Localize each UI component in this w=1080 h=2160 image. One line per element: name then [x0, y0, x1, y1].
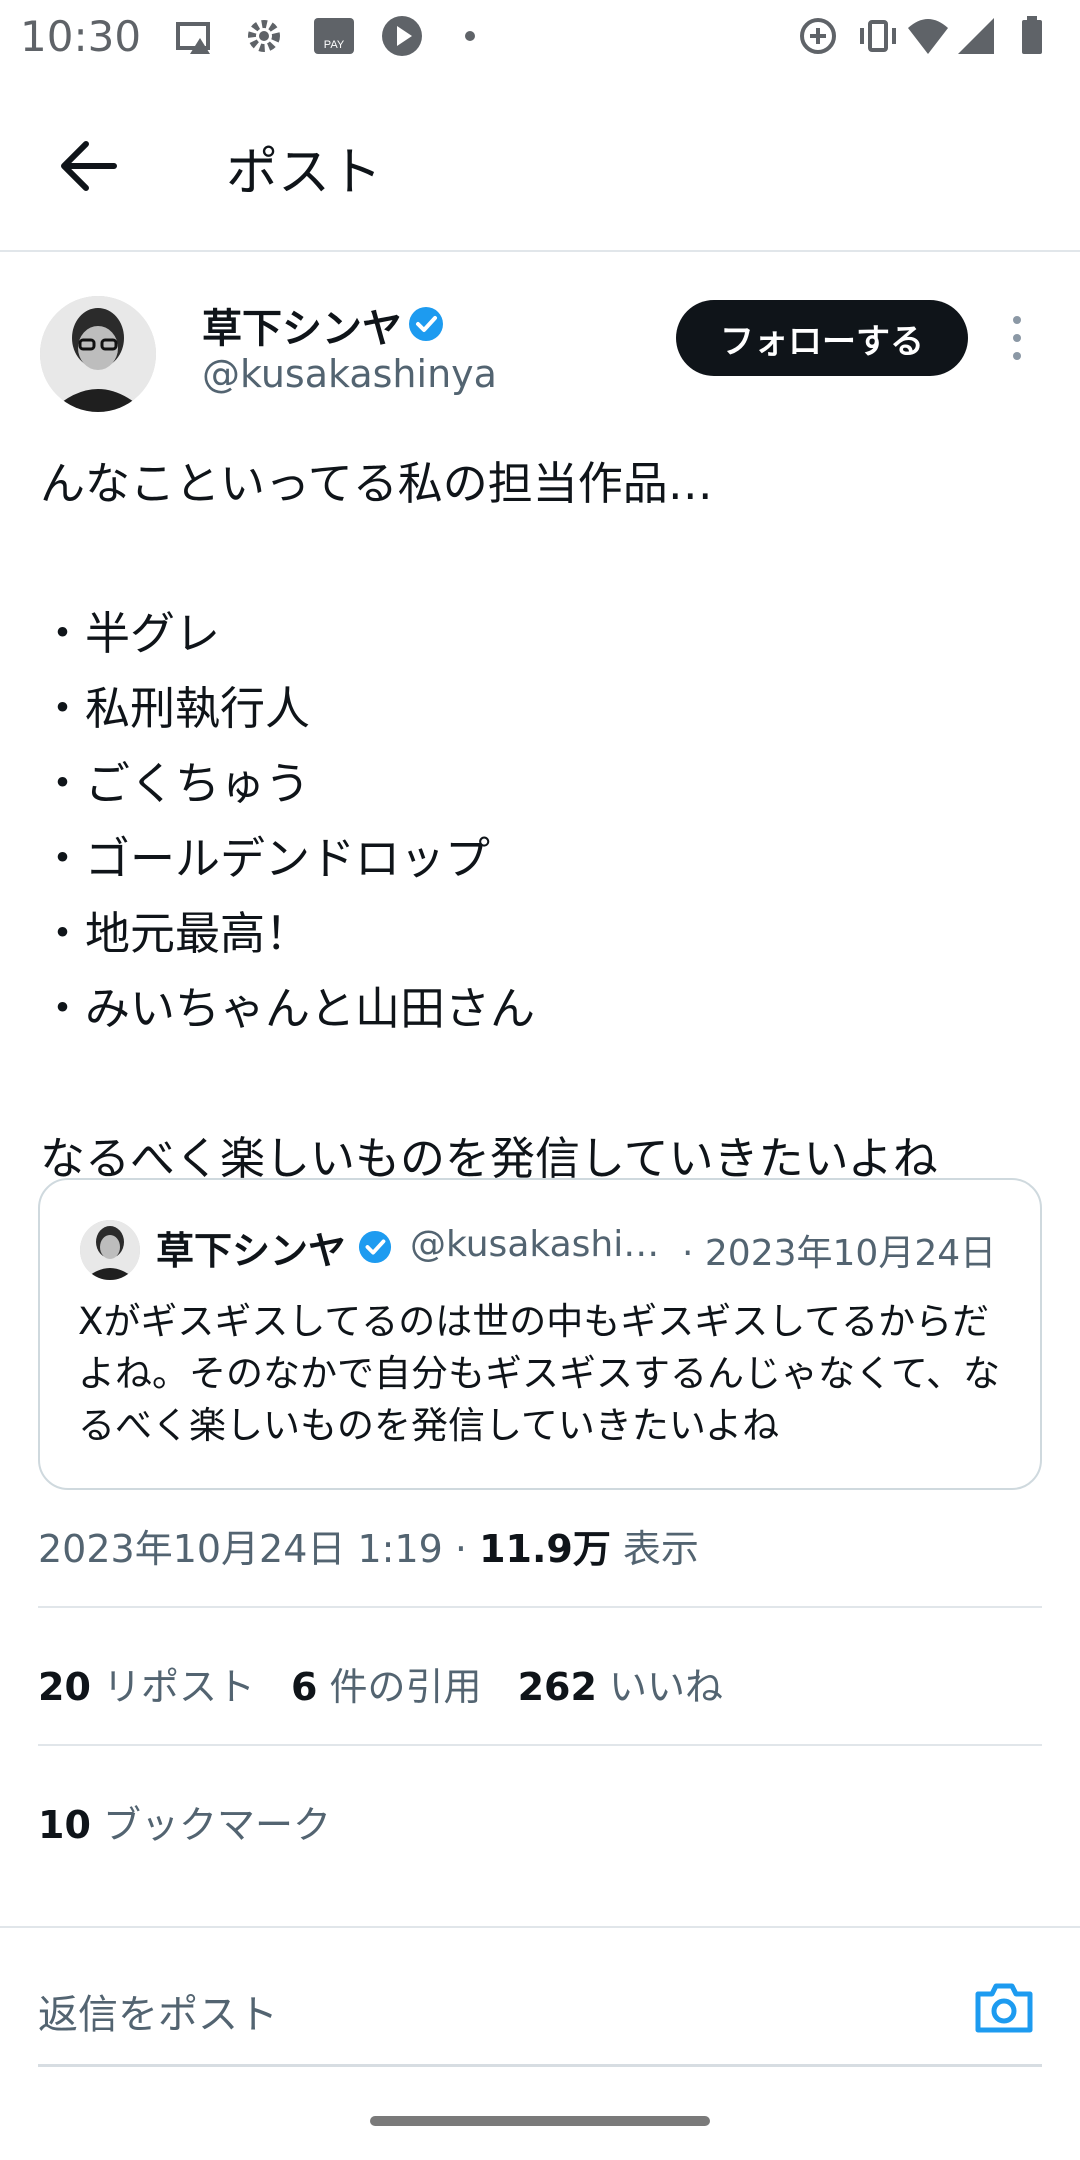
reply-input[interactable]: 返信をポスト: [38, 1982, 278, 2040]
bookmark-label: ブックマーク: [102, 1803, 331, 1847]
reply-underline: [38, 2064, 1042, 2067]
more-options-icon[interactable]: [1000, 312, 1034, 364]
author-avatar[interactable]: [40, 296, 156, 412]
bookmark-stats: 10 ブックマーク: [38, 1794, 367, 1849]
divider: [0, 1926, 1080, 1928]
repost-count: 20: [38, 1665, 91, 1709]
author-handle[interactable]: @kusakashinya: [202, 352, 497, 396]
bookmark-stat[interactable]: 10 ブックマーク: [38, 1803, 331, 1847]
engagement-stats: 20 リポスト 6 件の引用 262 いいね: [38, 1656, 759, 1711]
post-text: んなこといってる私の担当作品… ・半グレ ・私刑執行人 ・ごくちゅう ・ゴールデ…: [40, 457, 938, 1185]
quote-label: 件の引用: [329, 1665, 482, 1709]
author-name[interactable]: 草下シンヤ: [202, 296, 402, 354]
status-time: 10:30: [20, 12, 142, 61]
quoted-avatar-image: [80, 1220, 140, 1280]
wifi-icon: [908, 19, 948, 54]
top-app-bar: ポスト: [0, 76, 1080, 252]
camera-icon[interactable]: [972, 1980, 1036, 2036]
vibrate-icon: [860, 20, 896, 52]
divider: [38, 1606, 1042, 1608]
image-warning-icon: [176, 22, 210, 54]
author-avatar-image: [40, 296, 156, 412]
status-bar: 10:30 PAY: [0, 0, 1080, 76]
signal-icon: [958, 18, 994, 54]
verified-badge-icon: [409, 307, 443, 341]
back-arrow-icon[interactable]: [52, 130, 124, 202]
like-label: いいね: [608, 1665, 723, 1709]
view-label: 表示: [610, 1527, 699, 1571]
gear-icon: [248, 20, 280, 52]
quoted-post-text: Xがギスギスしてるのは世の中もギスギスしてるからだよね。そのなかで自分もギスギス…: [78, 1300, 1001, 1447]
follow-button[interactable]: フォローする: [676, 300, 968, 376]
dot-icon: [465, 31, 475, 41]
bookmark-count: 10: [38, 1803, 91, 1847]
divider: [38, 1744, 1042, 1746]
quote-count: 6: [291, 1665, 318, 1709]
quoted-verified-badge-icon: [358, 1230, 392, 1264]
view-count[interactable]: 11.9万: [479, 1527, 611, 1571]
quoted-author-name: 草下シンヤ: [156, 1229, 347, 1273]
repost-label: リポスト: [102, 1665, 255, 1709]
data-saver-icon: [800, 18, 836, 54]
battery-icon: [1022, 16, 1042, 54]
svg-text:PAY: PAY: [324, 39, 345, 51]
quote-stat[interactable]: 6 件の引用: [291, 1665, 482, 1709]
quoted-post-card[interactable]: 草下シンヤ @kusakashi… · 2023年10月24日 Xがギスギスして…: [38, 1178, 1042, 1490]
au-pay-icon: PAY: [314, 18, 354, 54]
post-timestamp: 2023年10月24日 1:19 ·: [38, 1527, 480, 1571]
quoted-author-handle: @kusakashi…: [410, 1224, 660, 1265]
like-count: 262: [517, 1665, 597, 1709]
post-meta: 2023年10月24日 1:19 · 11.9万 表示: [38, 1518, 699, 1573]
repost-stat[interactable]: 20 リポスト: [38, 1665, 255, 1709]
quoted-author-avatar: [80, 1220, 140, 1280]
page-title: ポスト: [226, 143, 383, 203]
like-stat[interactable]: 262 いいね: [518, 1665, 723, 1709]
play-icon: [382, 16, 422, 56]
quoted-post-date: · 2023年10月24日: [682, 1233, 997, 1274]
home-indicator[interactable]: [370, 2116, 710, 2126]
